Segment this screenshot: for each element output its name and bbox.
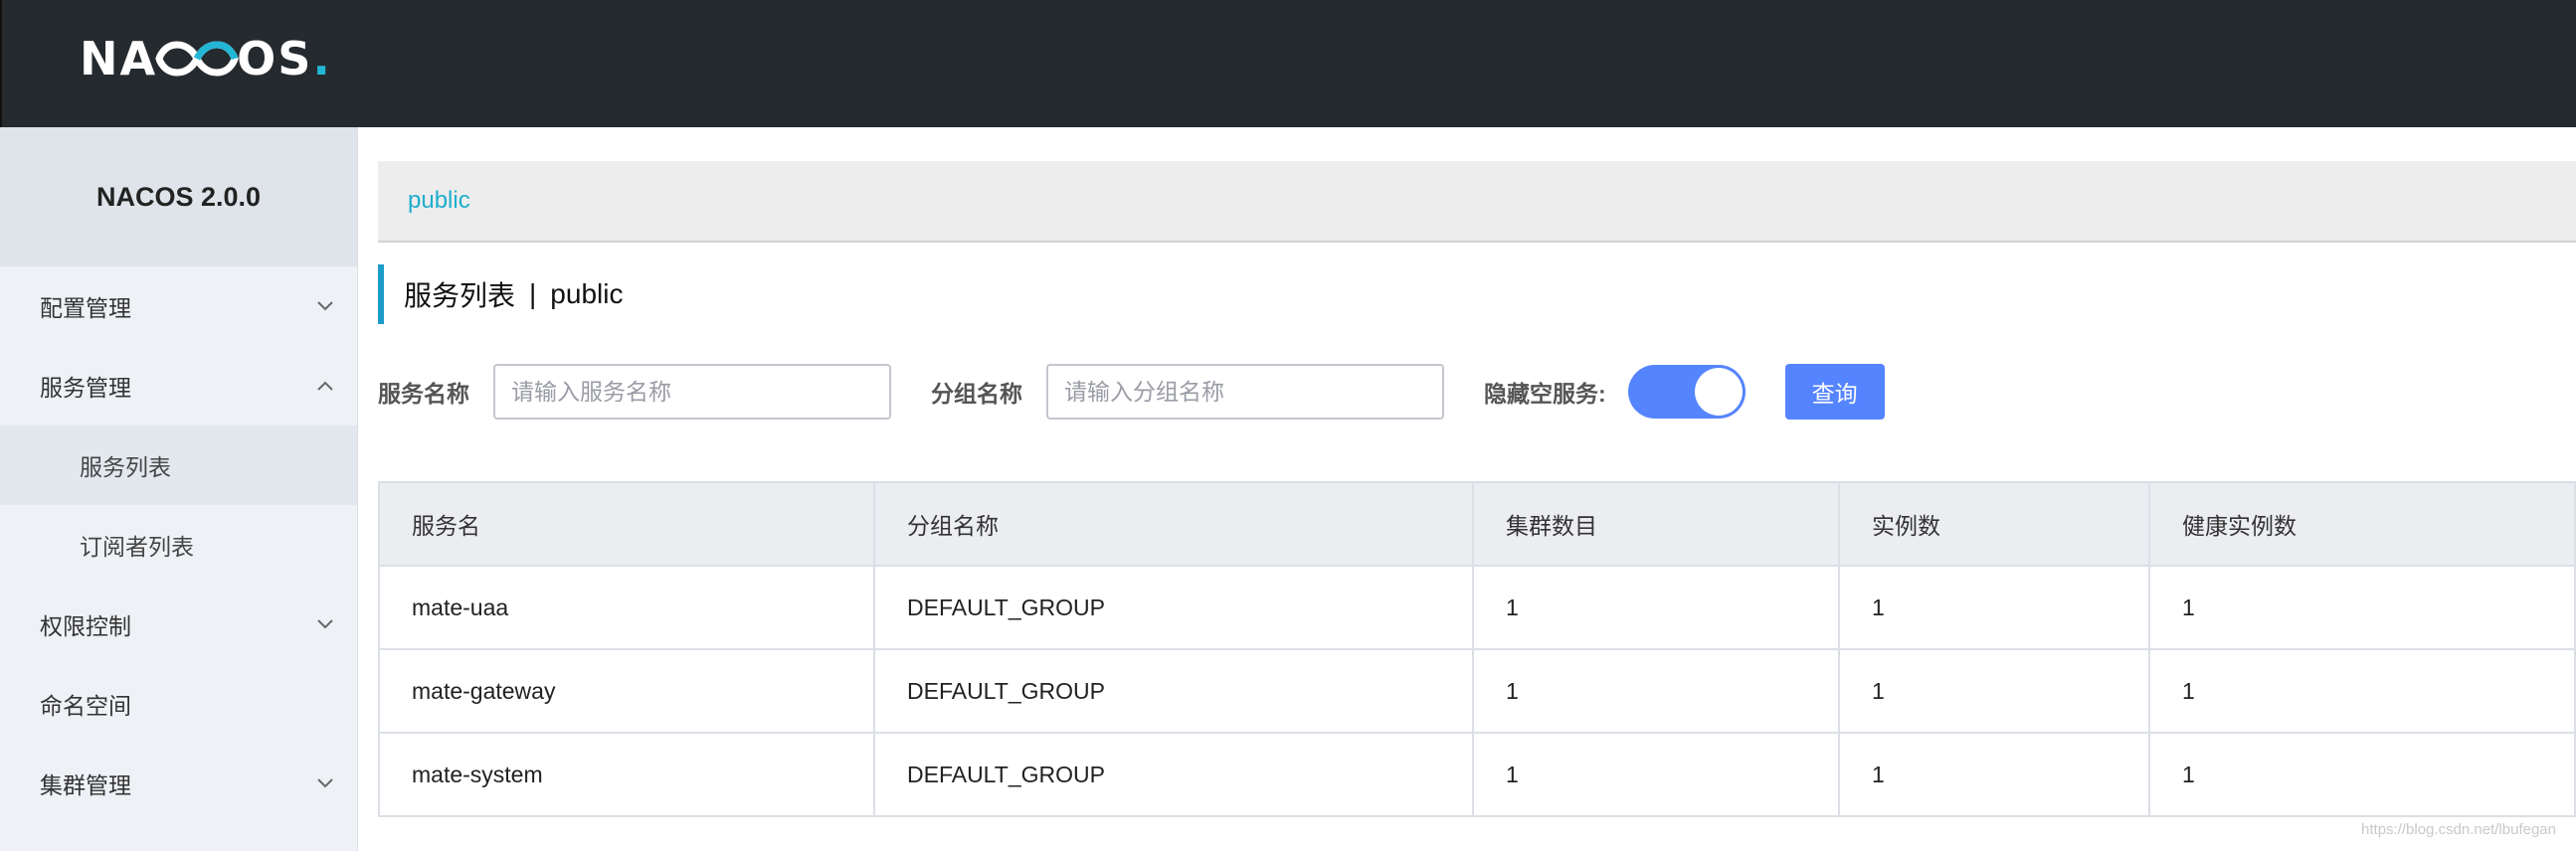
cell-healthy-instance-count: 1 [2149, 566, 2576, 650]
top-header: NA OS . [0, 0, 2576, 127]
service-name-input[interactable] [493, 364, 891, 420]
cell-cluster-count: 1 [1473, 566, 1840, 650]
logo-text-end: OS [237, 32, 313, 85]
sidebar-item-service-list[interactable]: 服务列表 [0, 426, 357, 505]
chevron-down-icon [313, 612, 337, 636]
chevron-down-icon [313, 294, 337, 318]
filter-row: 服务名称 分组名称 隐藏空服务: 查询 [378, 363, 1885, 421]
table-header-row: 服务名 分组名称 集群数目 实例数 健康实例数 [379, 482, 2576, 567]
sidebar-item-label: 服务管理 [40, 375, 131, 401]
cell-service-name: mate-system [379, 733, 875, 817]
page-title-namespace: public [550, 278, 624, 309]
logo-text-start: NA [80, 32, 158, 85]
service-name-label: 服务名称 [378, 381, 469, 407]
cell-cluster-count: 1 [1473, 733, 1840, 817]
nacos-logo[interactable]: NA OS . [80, 32, 332, 85]
column-header-healthy-instance-count[interactable]: 健康实例数 [2149, 482, 2576, 567]
table-row: mate-system DEFAULT_GROUP 1 1 1 [379, 733, 2576, 817]
sidebar: NACOS 2.0.0 配置管理 服务管理 服务列表 订阅者列表 权限控制 命名… [0, 127, 358, 851]
sidebar-item-label: 命名空间 [40, 693, 131, 719]
toggle-knob [1694, 368, 1743, 416]
watermark: https://blog.csdn.net/lbufegan [2361, 821, 2556, 838]
sidebar-item-label: 权限控制 [40, 613, 131, 639]
query-button[interactable]: 查询 [1784, 364, 1885, 420]
chevron-up-icon [313, 374, 337, 398]
service-table: 服务名 分组名称 集群数目 实例数 健康实例数 mate-uaa DEFAULT… [378, 481, 2576, 817]
sidebar-item-label: 订阅者列表 [80, 534, 194, 560]
group-name-label: 分组名称 [931, 381, 1022, 407]
page-title: 服务列表 | public [378, 264, 623, 324]
namespace-link-public[interactable]: public [408, 187, 470, 215]
column-header-cluster-count[interactable]: 集群数目 [1473, 482, 1840, 567]
version-label: NACOS 2.0.0 [0, 127, 357, 266]
cell-instance-count: 1 [1839, 649, 2150, 734]
sidebar-item-service-management[interactable]: 服务管理 [0, 346, 357, 426]
cell-instance-count: 1 [1839, 566, 2150, 650]
logo-infinity-icon [155, 37, 239, 81]
sidebar-item-namespace[interactable]: 命名空间 [0, 664, 357, 744]
sidebar-item-access-control[interactable]: 权限控制 [0, 585, 357, 664]
page-title-separator: | [529, 278, 537, 309]
sidebar-item-subscriber-list[interactable]: 订阅者列表 [0, 505, 357, 585]
page-title-text: 服务列表 [404, 280, 516, 311]
sidebar-item-label: 集群管理 [40, 772, 131, 798]
sidebar-item-cluster-management[interactable]: 集群管理 [0, 744, 357, 823]
sidebar-item-label: 服务列表 [80, 454, 171, 480]
group-name-input[interactable] [1046, 364, 1444, 420]
table-row: mate-gateway DEFAULT_GROUP 1 1 1 [379, 649, 2576, 734]
cell-instance-count: 1 [1839, 733, 2150, 817]
cell-group-name: DEFAULT_GROUP [874, 649, 1474, 734]
column-header-service-name[interactable]: 服务名 [379, 482, 875, 567]
cell-service-name: mate-gateway [379, 649, 875, 734]
cell-cluster-count: 1 [1473, 649, 1840, 734]
sidebar-item-config-management[interactable]: 配置管理 [0, 266, 357, 346]
cell-group-name: DEFAULT_GROUP [874, 566, 1474, 650]
sidebar-item-label: 配置管理 [40, 295, 131, 321]
table-row: mate-uaa DEFAULT_GROUP 1 1 1 [379, 566, 2576, 650]
namespace-bar: public [378, 161, 2576, 243]
hide-empty-services-label: 隐藏空服务: [1484, 381, 1606, 407]
cell-healthy-instance-count: 1 [2149, 649, 2576, 734]
column-header-group-name[interactable]: 分组名称 [874, 482, 1474, 567]
cell-group-name: DEFAULT_GROUP [874, 733, 1474, 817]
hide-empty-services-toggle[interactable] [1627, 365, 1746, 419]
logo-dot: . [312, 32, 332, 85]
cell-healthy-instance-count: 1 [2149, 733, 2576, 817]
cell-service-name: mate-uaa [379, 566, 875, 650]
column-header-instance-count[interactable]: 实例数 [1839, 482, 2150, 567]
chevron-down-icon [313, 771, 337, 795]
